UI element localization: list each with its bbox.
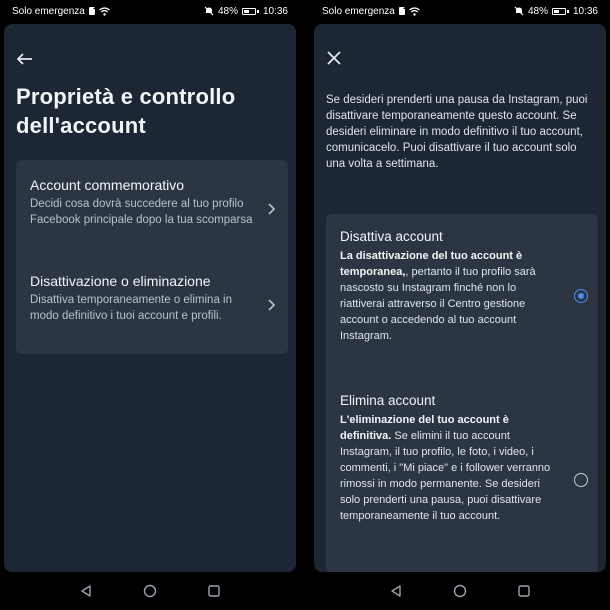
right-phone-screen: Solo emergenza 48% 10:36 Se desideri pre…: [310, 0, 610, 610]
deactivate-radio[interactable]: [574, 289, 588, 303]
deactivate-account-option[interactable]: Disattiva account La disattivazione del …: [340, 228, 556, 344]
carrier-label: Solo emergenza: [12, 5, 85, 17]
deactivation-deletion-title: Disattivazione o eliminazione: [30, 273, 211, 289]
triangle-back-icon: [391, 585, 401, 597]
deactivate-delete-screen: Se desideri prenderti una pausa da Insta…: [314, 24, 606, 572]
circle-home-icon: [453, 584, 467, 598]
chevron-right-icon: [268, 203, 276, 215]
carrier-label: Solo emergenza: [322, 5, 395, 17]
battery-icon: [241, 7, 259, 15]
deactivate-account-title: Disattiva account: [340, 229, 443, 244]
memorial-account-title: Account commemorativo: [30, 177, 185, 193]
nav-home-button[interactable]: [142, 583, 158, 599]
deactivation-deletion-item[interactable]: Disattivazione o eliminazione Disattiva …: [16, 272, 288, 324]
intro-text: Se desideri prenderti una pausa da Insta…: [326, 94, 588, 170]
delete-rest-text: Se elimini il tuo account Instagram, il …: [340, 430, 551, 522]
options-card: Disattiva account La disattivazione del …: [326, 214, 598, 572]
settings-screen: Proprietà e controllo dell'account Accou…: [4, 24, 296, 572]
wifi-icon: [408, 6, 420, 16]
wifi-icon: [98, 6, 110, 16]
memorial-account-description: Decidi cosa dovrà succedere al tuo profi…: [30, 198, 253, 226]
delete-account-option[interactable]: Elimina account L'eliminazione del tuo a…: [340, 392, 556, 524]
square-recents-icon: [518, 585, 530, 597]
system-nav-bar: [0, 572, 300, 610]
nav-home-button[interactable]: [452, 583, 468, 599]
deactivation-deletion-description: Disattiva temporaneamente o elimina in m…: [30, 294, 232, 322]
mute-bell-icon: [514, 6, 524, 16]
battery-icon: [551, 7, 569, 15]
left-phone-screen: Solo emergenza 48% 10:36 Proprietà e con…: [0, 0, 300, 610]
battery-percent: 48%: [217, 5, 238, 17]
nav-back-button[interactable]: [78, 583, 94, 599]
nav-recents-button[interactable]: [206, 583, 222, 599]
chevron-right-icon: [268, 299, 276, 311]
triangle-back-icon: [81, 585, 91, 597]
status-bar: Solo emergenza 48% 10:36: [0, 0, 300, 22]
deactivate-account-description: La disattivazione del tuo account è temp…: [340, 248, 556, 344]
memorial-account-item[interactable]: Account commemorativo Decidi cosa dovrà …: [16, 176, 288, 228]
back-arrow-icon[interactable]: [16, 50, 34, 68]
delete-radio[interactable]: [574, 473, 588, 487]
clock: 10:36: [262, 5, 288, 17]
page-title: Proprietà e controllo dell'account: [16, 84, 236, 138]
square-recents-icon: [208, 585, 220, 597]
nav-recents-button[interactable]: [516, 583, 532, 599]
close-icon[interactable]: [326, 50, 342, 66]
delete-account-title: Elimina account: [340, 393, 436, 408]
clock: 10:36: [572, 5, 598, 17]
delete-account-description: L'eliminazione del tuo account è definit…: [340, 412, 556, 524]
mute-bell-icon: [204, 6, 214, 16]
circle-home-icon: [143, 584, 157, 598]
system-nav-bar: [310, 572, 610, 610]
nav-back-button[interactable]: [388, 583, 404, 599]
battery-percent: 48%: [527, 5, 548, 17]
sim-icon: [88, 6, 96, 15]
status-bar: Solo emergenza 48% 10:36: [310, 0, 610, 22]
sim-icon: [398, 6, 406, 15]
options-card: Account commemorativo Decidi cosa dovrà …: [16, 160, 288, 354]
